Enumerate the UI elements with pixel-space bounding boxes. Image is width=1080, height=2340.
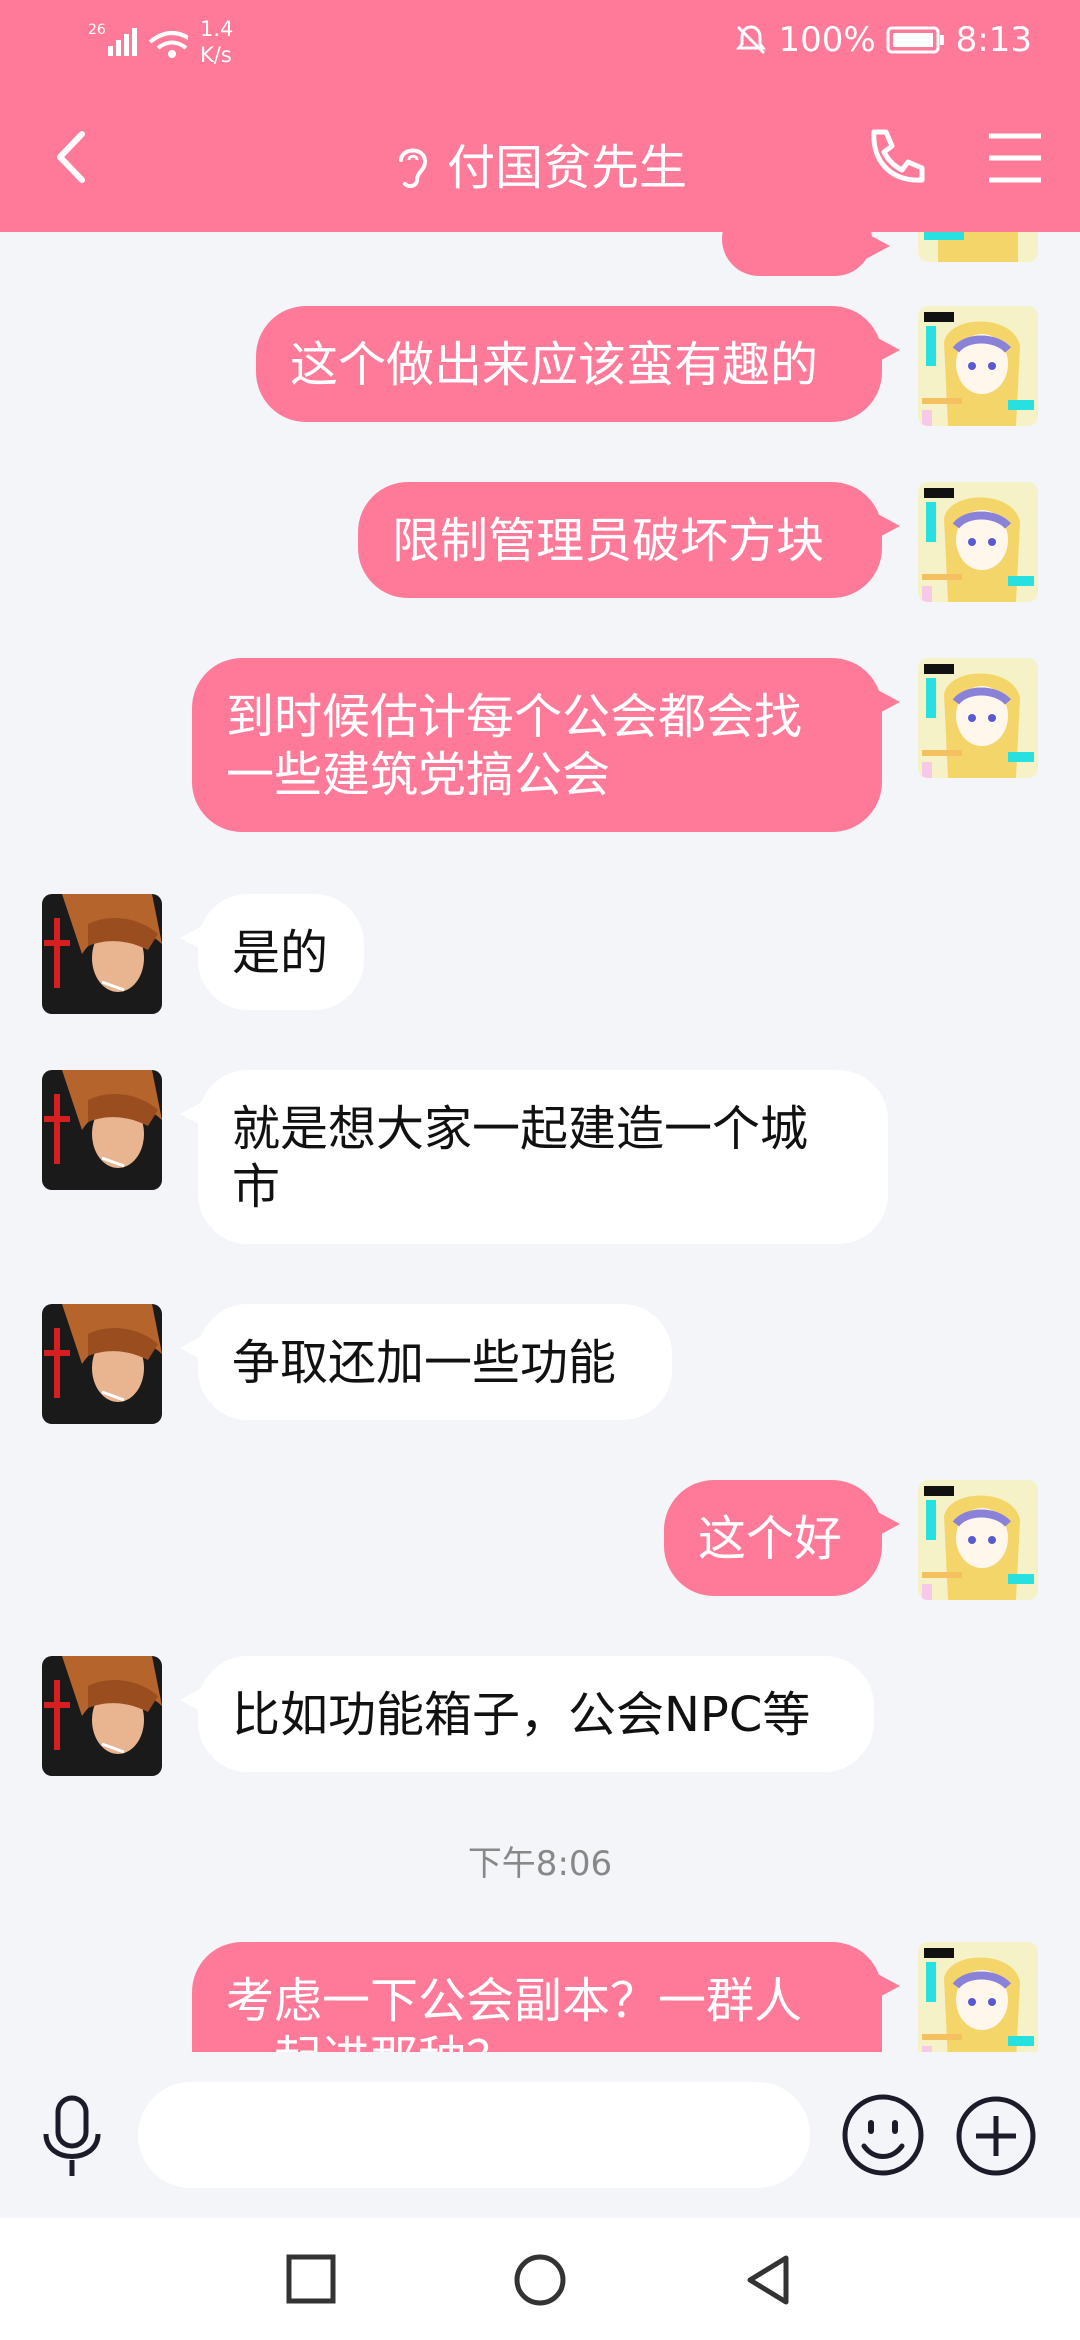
signal-icon: 26 <box>88 22 196 58</box>
menu-icon <box>989 133 1041 183</box>
message-text: 到时候估计每个公会都会找一些建筑党搞公会 <box>226 689 803 803</box>
message-bubble[interactable]: 争取还加一些功能 <box>180 1304 672 1420</box>
message-input-bar <box>0 2052 1080 2218</box>
message-text: 是的 <box>232 925 329 981</box>
smiley-icon <box>842 2094 924 2176</box>
network-speed: 1.4 K/s <box>200 17 234 67</box>
contact-avatar[interactable] <box>42 894 162 1014</box>
message-bubble[interactable]: 这个好 <box>664 1480 900 1596</box>
chat-messages[interactable]: 这个做出来应该蛮有趣的 限制管理员破坏方块 到时候估计每个公会都会找一些建筑党搞… <box>0 232 1080 2052</box>
battery-icon <box>886 26 944 54</box>
battery-percent: 100% <box>778 20 876 60</box>
message-text: 比如功能箱子，公会NPC等 <box>232 1687 811 1743</box>
message-input[interactable] <box>138 2082 810 2188</box>
message-bubble[interactable]: 这个做出来应该蛮有趣的 <box>256 306 900 422</box>
message-text: 这个做出来应该蛮有趣的 <box>290 337 819 393</box>
message-text: 争取还加一些功能 <box>232 1335 617 1391</box>
clock: 8:13 <box>955 20 1032 60</box>
message-bubble[interactable]: 到时候估计每个公会都会找一些建筑党搞公会 <box>192 658 900 832</box>
app-header: 26 1.4 K/s 100% 8:13 付国贫先生 <box>0 0 1080 232</box>
status-right: 100% 8:13 <box>734 20 1032 60</box>
message-bubble[interactable]: 限制管理员破坏方块 <box>358 482 900 598</box>
message-text: 就是想大家一起建造一个城市 <box>232 1101 809 1215</box>
plus-icon <box>956 2096 1036 2176</box>
contact-name: 付国贫先生 <box>446 140 687 196</box>
message-text: 考虑一下公会副本？一群人一起进那种？ <box>226 1973 803 2052</box>
message-bubble-partial[interactable] <box>722 232 890 276</box>
contact-avatar[interactable] <box>42 1304 162 1424</box>
call-button[interactable] <box>860 122 930 196</box>
my-avatar[interactable] <box>918 1480 1038 1600</box>
phone-icon <box>871 129 925 183</box>
home-icon[interactable] <box>512 2252 568 2308</box>
my-avatar[interactable] <box>918 306 1038 426</box>
microphone-icon <box>43 2095 101 2176</box>
message-bubble[interactable]: 是的 <box>180 894 364 1010</box>
nav-bar: 付国贫先生 <box>0 100 1080 220</box>
more-button[interactable] <box>954 2094 1038 2182</box>
my-avatar[interactable] <box>918 658 1038 778</box>
svg-text:26: 26 <box>88 22 106 38</box>
contact-avatar[interactable] <box>42 1070 162 1190</box>
emoji-button[interactable] <box>840 2092 926 2182</box>
recent-apps-icon[interactable] <box>284 2252 338 2306</box>
menu-button[interactable] <box>985 130 1045 190</box>
message-text: 这个好 <box>698 1511 843 1567</box>
bell-muted-icon <box>736 25 767 55</box>
message-bubble[interactable]: 就是想大家一起建造一个城市 <box>180 1070 888 1244</box>
system-navigation-bar <box>0 2218 1080 2340</box>
ear-icon[interactable] <box>393 140 433 202</box>
my-avatar[interactable] <box>918 1942 1038 2052</box>
my-avatar[interactable] <box>918 482 1038 602</box>
contact-avatar[interactable] <box>42 1656 162 1776</box>
back-triangle-icon[interactable] <box>742 2252 794 2308</box>
message-bubble[interactable]: 考虑一下公会副本？一群人一起进那种？ <box>192 1942 900 2052</box>
message-timestamp: 下午8:06 <box>467 1844 613 1884</box>
signal-indicator: 26 <box>88 22 196 71</box>
message-text: 限制管理员破坏方块 <box>392 513 825 569</box>
message-bubble[interactable]: 比如功能箱子，公会NPC等 <box>180 1656 874 1772</box>
voice-button[interactable] <box>40 2094 104 2184</box>
status-bar: 26 1.4 K/s 100% 8:13 <box>0 0 1080 84</box>
my-avatar[interactable] <box>918 232 1038 262</box>
